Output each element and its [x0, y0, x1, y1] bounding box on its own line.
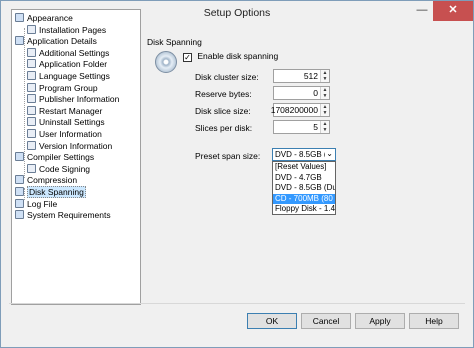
- enable-disk-spanning-row[interactable]: ✓ Enable disk spanning: [183, 51, 278, 62]
- tree-item[interactable]: Installation Pages: [27, 24, 106, 36]
- preset-span-size-value: DVD - 8.5GB (D: [275, 150, 325, 159]
- tree-item-label: Compression: [27, 175, 78, 186]
- tree-item[interactable]: Uninstall Settings: [27, 116, 105, 128]
- slices-per-disk-label: Slices per disk:: [195, 123, 253, 133]
- dropdown-option[interactable]: Floppy Disk - 1.44M: [273, 204, 335, 214]
- setup-options-window: Setup Options — ✕ Appearance Installation…: [0, 0, 474, 348]
- slices-per-disk-value[interactable]: 5: [313, 122, 318, 132]
- dropdown-option[interactable]: CD - 700MB (80 M: [273, 193, 335, 204]
- disk-slice-size-spinner[interactable]: 1708200000 ▲ ▼: [271, 103, 330, 117]
- tree-item[interactable]: Application Folder: [27, 58, 107, 70]
- disk-icon: [15, 187, 24, 196]
- options-tree[interactable]: Appearance Installation Pages Application …: [11, 9, 141, 305]
- preset-span-size-label: Preset span size:: [195, 151, 261, 161]
- tree-item-label: Program Group: [39, 82, 98, 93]
- tree-item-label: Restart Manager: [39, 105, 103, 116]
- disk-cluster-size-label: Disk cluster size:: [195, 72, 259, 82]
- panel-heading: Disk Spanning: [147, 37, 202, 47]
- spinner-arrows-icon[interactable]: ▲ ▼: [320, 87, 329, 99]
- dropdown-option[interactable]: [Reset Values]: [273, 162, 335, 173]
- tree-item[interactable]: Compression: [15, 174, 77, 186]
- requirements-icon: [15, 210, 24, 220]
- logfile-icon: [15, 198, 24, 208]
- tree-item-label: Application Details: [27, 36, 97, 47]
- tree-item-label: Application Folder: [39, 59, 108, 70]
- tree-item-label: Uninstall Settings: [39, 117, 105, 128]
- preset-span-size-combo[interactable]: DVD - 8.5GB (D ⌄: [272, 148, 336, 161]
- tree-item-label: User Information: [39, 129, 102, 139]
- tree-item-label: System Requirements: [27, 210, 111, 221]
- disk-cluster-size-spinner[interactable]: 512 ▲ ▼: [273, 69, 330, 83]
- help-button[interactable]: Help: [409, 313, 459, 329]
- page-icon: [27, 24, 36, 34]
- preset-span-size-dropdown[interactable]: [Reset Values]DVD - 4.7GBDVD - 8.5GB (Du…: [272, 161, 336, 215]
- tree-item-label: Language Settings: [39, 71, 110, 81]
- disk-slice-size-label: Disk slice size:: [195, 106, 251, 116]
- dropdown-option[interactable]: DVD - 8.5GB (Dual: [273, 183, 335, 194]
- compression-icon: [15, 175, 24, 185]
- disk-slice-size-value[interactable]: 1708200000: [271, 105, 318, 115]
- settings-icon: [27, 47, 36, 57]
- enable-disk-spanning-label: Enable disk spanning: [197, 51, 279, 61]
- tree-item[interactable]: Version Information: [27, 140, 112, 152]
- tree-item-label: Version Information: [39, 140, 113, 151]
- tree-item[interactable]: Code Signing: [27, 163, 90, 175]
- apply-button[interactable]: Apply: [355, 313, 405, 329]
- tree-item[interactable]: Program Group: [27, 82, 98, 94]
- tree-item-label: Code Signing: [39, 163, 91, 174]
- spinner-arrows-icon[interactable]: ▲ ▼: [320, 70, 329, 82]
- compiler-icon: [15, 152, 24, 162]
- tree-item-label: Appearance: [27, 13, 73, 23]
- publisher-icon: [27, 94, 36, 104]
- signing-icon: [27, 163, 36, 173]
- minimize-button[interactable]: —: [409, 1, 435, 21]
- spinner-arrows-icon[interactable]: ▲ ▼: [320, 104, 329, 116]
- tree-item-label: Installation Pages: [39, 24, 107, 35]
- tree-item[interactable]: Log File: [15, 198, 57, 210]
- cancel-button[interactable]: Cancel: [301, 313, 351, 329]
- disc-icon: [155, 51, 177, 73]
- language-icon: [27, 71, 36, 80]
- tree-item[interactable]: Language Settings: [27, 70, 110, 82]
- spinner-arrows-icon[interactable]: ▲ ▼: [320, 121, 329, 133]
- restart-icon: [27, 105, 36, 115]
- appearance-icon: [15, 13, 24, 22]
- tree-item[interactable]: Disk Spanning: [15, 186, 86, 198]
- tree-item-label: Disk Spanning: [27, 186, 86, 198]
- tree-item-label: Log File: [27, 198, 58, 209]
- reserve-bytes-spinner[interactable]: 0 ▲ ▼: [273, 86, 330, 100]
- folder-icon: [27, 59, 36, 69]
- tree-item[interactable]: User Information: [27, 128, 102, 140]
- tree-item[interactable]: Application Details: [15, 35, 97, 47]
- dropdown-option[interactable]: DVD - 4.7GB: [273, 173, 335, 184]
- chevron-down-icon[interactable]: ⌄: [326, 149, 333, 158]
- user-icon: [27, 129, 36, 138]
- details-icon: [15, 36, 24, 46]
- disk-spanning-panel: Disk Spanning ✓ Enable disk spanning Dis…: [147, 31, 467, 301]
- reserve-bytes-label: Reserve bytes:: [195, 89, 252, 99]
- tree-item[interactable]: Compiler Settings: [15, 151, 94, 163]
- tree-item-label: Publisher Information: [39, 94, 120, 105]
- tree-item-label: Additional Settings: [39, 47, 110, 58]
- slices-per-disk-spinner[interactable]: 5 ▲ ▼: [273, 120, 330, 134]
- button-separator: [9, 303, 465, 304]
- tree-item-label: Compiler Settings: [27, 152, 95, 163]
- close-button[interactable]: ✕: [433, 1, 473, 21]
- version-icon: [27, 140, 36, 150]
- enable-disk-spanning-checkbox[interactable]: ✓: [183, 53, 192, 62]
- reserve-bytes-value[interactable]: 0: [313, 88, 318, 98]
- ok-button[interactable]: OK: [247, 313, 297, 329]
- tree-item[interactable]: Publisher Information: [27, 93, 119, 105]
- group-icon: [27, 82, 36, 92]
- tree-item[interactable]: System Requirements: [15, 209, 111, 221]
- uninstall-icon: [27, 117, 36, 127]
- tree-item[interactable]: Additional Settings: [27, 47, 109, 59]
- tree-item[interactable]: Restart Manager: [27, 105, 102, 117]
- disk-cluster-size-value[interactable]: 512: [304, 71, 318, 81]
- tree-item[interactable]: Appearance: [15, 12, 73, 24]
